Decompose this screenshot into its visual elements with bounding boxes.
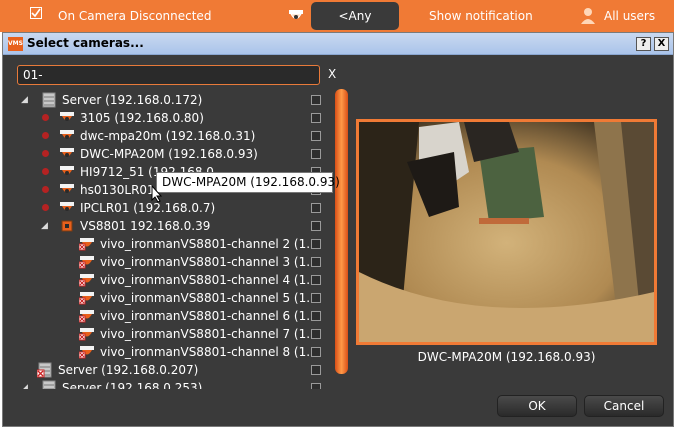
search-input[interactable]: 01- (17, 65, 320, 85)
tree-row[interactable]: 3105 (192.168.0.80) (13, 109, 323, 127)
tree-item-label: Server (192.168.0.253) (62, 381, 203, 389)
server-icon (42, 380, 56, 389)
camera-icon (289, 10, 303, 19)
camera-preview (356, 119, 657, 345)
camera-checkbox[interactable] (311, 221, 321, 231)
disconnected-status-icon (42, 132, 49, 139)
tree-item-label: Server (192.168.0.172) (62, 93, 203, 107)
camera-channel-icon (79, 274, 94, 287)
camera-checkbox[interactable] (311, 275, 321, 285)
event-label: On Camera Disconnected (58, 9, 212, 23)
preview-caption: DWC-MPA20M (192.168.0.93) (417, 350, 596, 364)
disconnected-status-icon (42, 186, 49, 193)
checkmark-icon[interactable] (30, 7, 42, 19)
camera-checkbox[interactable] (311, 149, 321, 159)
tree-row[interactable]: DWC-MPA20M (192.168.0.93) (13, 145, 323, 163)
help-button[interactable]: ? (636, 37, 651, 51)
camera-checkbox[interactable] (311, 257, 321, 267)
camera-channel-icon (79, 346, 94, 359)
tree-item-label: VS8801 192.168.0.39 (80, 219, 211, 233)
camera-icon (60, 112, 74, 121)
camera-checkbox[interactable] (311, 113, 321, 123)
rule-bar: On Camera Disconnected <Any Camera> Show… (0, 0, 674, 51)
tree-item-label: Server (192.168.0.207) (58, 363, 199, 377)
camera-channel-icon (79, 256, 94, 269)
camera-tree[interactable]: ◢ Server (192.168.0.172) 3105 (192.168.0.8… (13, 89, 348, 389)
tree-scrollbar[interactable] (335, 89, 348, 374)
disconnected-status-icon (42, 168, 49, 175)
tree-row[interactable]: dwc-mpa20m (192.168.0.31) (13, 127, 323, 145)
tree-row[interactable]: vivo_ironmanVS8801-channel 7 (1... (13, 325, 323, 343)
camera-checkbox[interactable] (311, 203, 321, 213)
tree-item-label: 3105 (192.168.0.80) (80, 111, 204, 125)
encoder-icon (61, 220, 73, 232)
vms-logo-icon: VMS (8, 37, 23, 51)
cancel-button[interactable]: Cancel (584, 395, 664, 417)
show-notification-label[interactable]: Show notification (429, 0, 533, 32)
tree-item-label: hs0130LR01 (80, 183, 155, 197)
camera-channel-icon (79, 310, 94, 323)
server-offline-icon (37, 362, 52, 378)
tree-row[interactable]: Server (192.168.0.207) (13, 361, 323, 379)
server-icon (42, 92, 56, 108)
ok-button[interactable]: OK (497, 395, 577, 417)
expand-toggle-icon[interactable]: ◢ (21, 91, 31, 109)
tree-row[interactable]: ◢ VS8801 192.168.0.39 (13, 217, 323, 235)
expand-toggle-icon[interactable]: ◢ (21, 379, 31, 389)
disconnected-status-icon (42, 114, 49, 121)
dialog-titlebar: VMS Select cameras... ? X (3, 33, 673, 55)
camera-checkbox[interactable] (311, 131, 321, 141)
camera-preview-image (359, 122, 654, 342)
expand-toggle-icon[interactable]: ◢ (41, 217, 51, 235)
camera-icon (60, 166, 74, 175)
tree-item-label: vivo_ironmanVS8801-channel 6 (1... (100, 309, 318, 323)
users-icon (581, 8, 595, 24)
tree-item-label: vivo_ironmanVS8801-channel 7 (1... (100, 327, 318, 341)
camera-icon (60, 202, 74, 211)
disconnected-status-icon (42, 204, 49, 211)
camera-checkbox[interactable] (311, 347, 321, 357)
tree-row[interactable]: IPCLR01 (192.168.0.7) (13, 199, 323, 217)
tree-item-label: vivo_ironmanVS8801-channel 5 (1... (100, 291, 318, 305)
tree-item-label: vivo_ironmanVS8801-channel 3 (1... (100, 255, 318, 269)
camera-channel-icon (79, 292, 94, 305)
camera-checkbox[interactable] (311, 239, 321, 249)
camera-checkbox[interactable] (311, 293, 321, 303)
tree-row[interactable]: vivo_ironmanVS8801-channel 4 (1... (13, 271, 323, 289)
tree-row[interactable]: vivo_ironmanVS8801-channel 3 (1... (13, 253, 323, 271)
tree-row[interactable]: vivo_ironmanVS8801-channel 2 (1... (13, 235, 323, 253)
camera-checkbox[interactable] (311, 311, 321, 321)
tree-row[interactable]: vivo_ironmanVS8801-channel 8 (1... (13, 343, 323, 361)
camera-icon (60, 130, 74, 139)
any-camera-button[interactable]: <Any Camera> (311, 2, 399, 51)
disconnected-status-icon (42, 150, 49, 157)
tree-row[interactable]: ◢ Server (192.168.0.172) (13, 91, 323, 109)
all-users-label[interactable]: All users (604, 0, 655, 32)
mouse-cursor-icon (151, 185, 163, 203)
tree-item-label: dwc-mpa20m (192.168.0.31) (80, 129, 256, 143)
tree-row[interactable]: vivo_ironmanVS8801-channel 6 (1... (13, 307, 323, 325)
tree-row[interactable]: ◢ Server (192.168.0.253) (13, 379, 323, 389)
camera-tooltip: DWC-MPA20M (192.168.0.93) (156, 172, 340, 193)
tree-item-label: vivo_ironmanVS8801-channel 4 (1... (100, 273, 318, 287)
dialog-title: Select cameras... (27, 36, 144, 50)
tree-item-label: DWC-MPA20M (192.168.0.93) (80, 147, 258, 161)
camera-checkbox[interactable] (311, 329, 321, 339)
close-button[interactable]: X (654, 37, 669, 51)
camera-icon (60, 184, 74, 193)
select-cameras-dialog: VMS Select cameras... ? X 01- X ◢ Server … (2, 32, 674, 427)
tree-row[interactable]: vivo_ironmanVS8801-channel 5 (1... (13, 289, 323, 307)
camera-channel-icon (79, 238, 94, 251)
camera-channel-icon (79, 328, 94, 341)
camera-checkbox[interactable] (311, 365, 321, 375)
tree-item-label: vivo_ironmanVS8801-channel 2 (1... (100, 237, 318, 251)
tree-item-label: IPCLR01 (192.168.0.7) (80, 201, 216, 215)
camera-checkbox[interactable] (311, 383, 321, 389)
tree-item-label: vivo_ironmanVS8801-channel 8 (1... (100, 345, 318, 359)
camera-icon (60, 148, 74, 157)
camera-checkbox[interactable] (311, 95, 321, 105)
clear-search-button[interactable]: X (328, 67, 336, 81)
